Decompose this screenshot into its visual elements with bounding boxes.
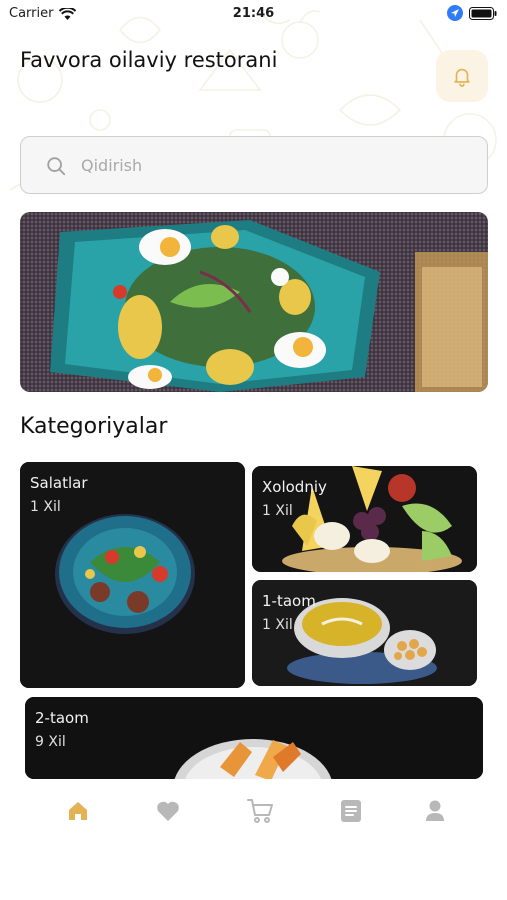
category-card-1-taom[interactable]: 1-taom 1 Xil <box>252 580 477 686</box>
category-name: Xolodniy <box>262 478 327 496</box>
home-icon <box>69 802 87 820</box>
orders-icon <box>341 800 361 822</box>
category-count: 9 Xil <box>35 734 66 750</box>
cart-icon <box>247 799 273 823</box>
tab-orders[interactable] <box>336 796 366 826</box>
main-dish-image <box>25 697 483 779</box>
restaurant-title: Favvora oilaviy restorani <box>20 48 278 72</box>
profile-icon <box>426 800 444 821</box>
category-name: Salatlar <box>30 474 88 492</box>
search-bar[interactable] <box>20 136 488 194</box>
search-icon <box>47 157 66 176</box>
category-card-2-taom[interactable]: 2-taom 9 Xil <box>25 697 483 779</box>
category-count: 1 Xil <box>30 499 61 515</box>
tab-favorites[interactable] <box>153 796 183 826</box>
heart-icon <box>157 801 179 821</box>
status-right <box>447 5 497 21</box>
status-bar: Carrier 21:46 <box>0 0 507 28</box>
search-input[interactable] <box>81 149 461 181</box>
category-card-salatlar[interactable]: Salatlar 1 Xil <box>20 462 245 688</box>
battery-icon <box>469 6 497 20</box>
category-card-xolodniy[interactable]: Xolodniy 1 Xil <box>252 466 477 572</box>
food-banner-image <box>20 212 488 392</box>
categories-heading: Kategoriyalar <box>20 414 168 439</box>
notifications-button[interactable] <box>436 50 488 102</box>
tab-profile[interactable] <box>420 796 450 826</box>
category-count: 1 Xil <box>262 617 293 633</box>
category-name: 1-taom <box>262 592 316 610</box>
location-arrow-icon <box>447 5 463 21</box>
salad-plate-image <box>20 462 245 688</box>
bottom-tab-bar <box>0 780 507 900</box>
tab-home[interactable] <box>63 796 93 826</box>
status-time: 21:46 <box>232 6 275 21</box>
category-count: 1 Xil <box>262 503 293 519</box>
category-name: 2-taom <box>35 709 89 727</box>
bell-icon <box>454 68 470 87</box>
tab-cart[interactable] <box>245 796 275 826</box>
promo-banner[interactable] <box>20 212 488 392</box>
